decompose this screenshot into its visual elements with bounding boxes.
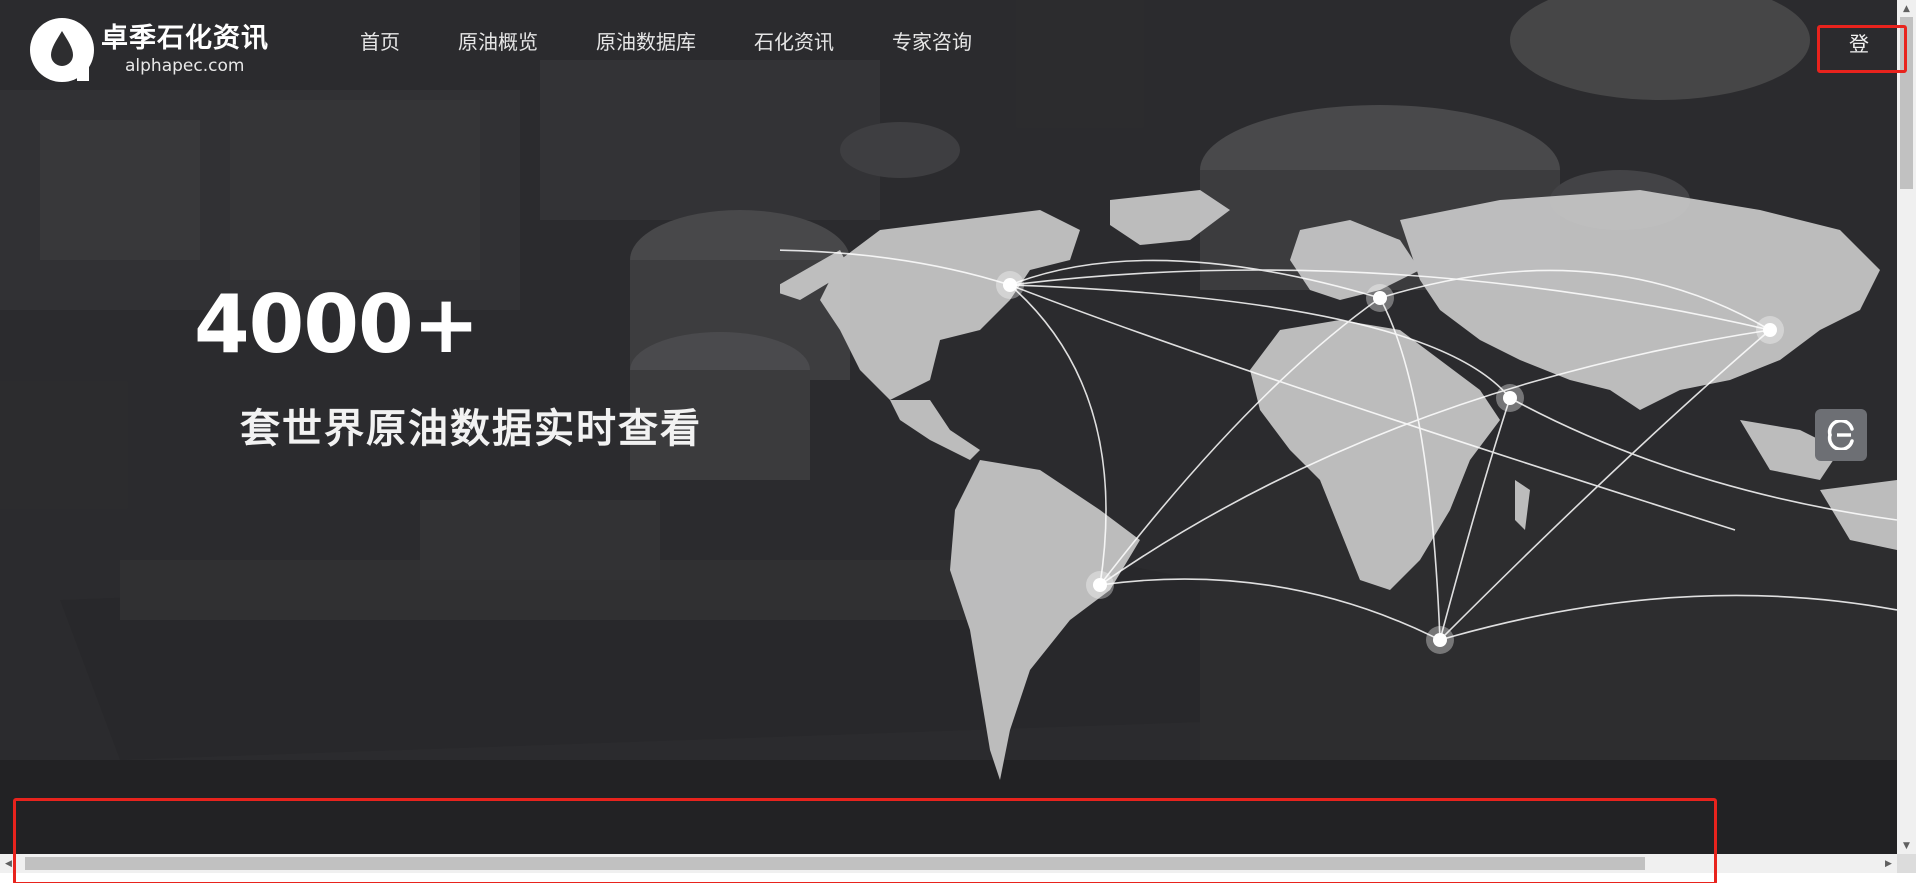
nav-item-crude-overview[interactable]: 原油概览	[458, 26, 538, 55]
site-logo[interactable]: 卓季石化资讯 alphapec.com	[29, 17, 269, 83]
logo-domain: alphapec.com	[125, 56, 245, 76]
horizontal-scrollbar[interactable]: ◀ ▶	[0, 854, 1897, 873]
scrollbar-corner	[1897, 854, 1916, 873]
window-bottom-edge	[0, 873, 1916, 883]
vertical-scroll-thumb[interactable]	[1900, 17, 1913, 189]
nav-item-crude-database[interactable]: 原油数据库	[596, 26, 696, 55]
logo-text: 卓季石化资讯 alphapec.com	[101, 25, 269, 75]
logo-name: 卓季石化资讯	[101, 23, 269, 54]
e-logo-icon	[1827, 420, 1854, 450]
scroll-down-arrow-icon[interactable]: ▼	[1897, 837, 1916, 854]
logo-a-icon	[30, 18, 94, 82]
page: 卓季石化资讯 alphapec.com 首页 原油概览 原油数据库 石化资讯 专…	[0, 0, 1916, 883]
scroll-left-arrow-icon[interactable]: ◀	[0, 854, 17, 873]
main-nav: 首页 原油概览 原油数据库 石化资讯 专家咨询	[360, 26, 1030, 55]
world-map-graphic	[780, 190, 1897, 780]
nav-item-home[interactable]: 首页	[360, 26, 400, 55]
floating-service-button[interactable]	[1815, 409, 1867, 461]
hero-subheadline: 套世界原油数据实时查看	[240, 406, 702, 452]
login-link[interactable]: 登	[1849, 28, 1869, 57]
site-header: 卓季石化资讯 alphapec.com 首页 原油概览 原油数据库 石化资讯 专…	[0, 0, 1897, 84]
hero-headline: 4000+	[194, 278, 480, 371]
scroll-right-arrow-icon[interactable]: ▶	[1880, 854, 1897, 873]
scroll-up-arrow-icon[interactable]: ▲	[1897, 0, 1916, 17]
horizontal-scroll-thumb[interactable]	[25, 857, 1645, 870]
vertical-scrollbar[interactable]: ▲ ▼	[1897, 0, 1916, 854]
nav-item-petrochem-news[interactable]: 石化资讯	[754, 26, 834, 55]
nav-item-expert-consulting[interactable]: 专家咨询	[892, 26, 972, 55]
